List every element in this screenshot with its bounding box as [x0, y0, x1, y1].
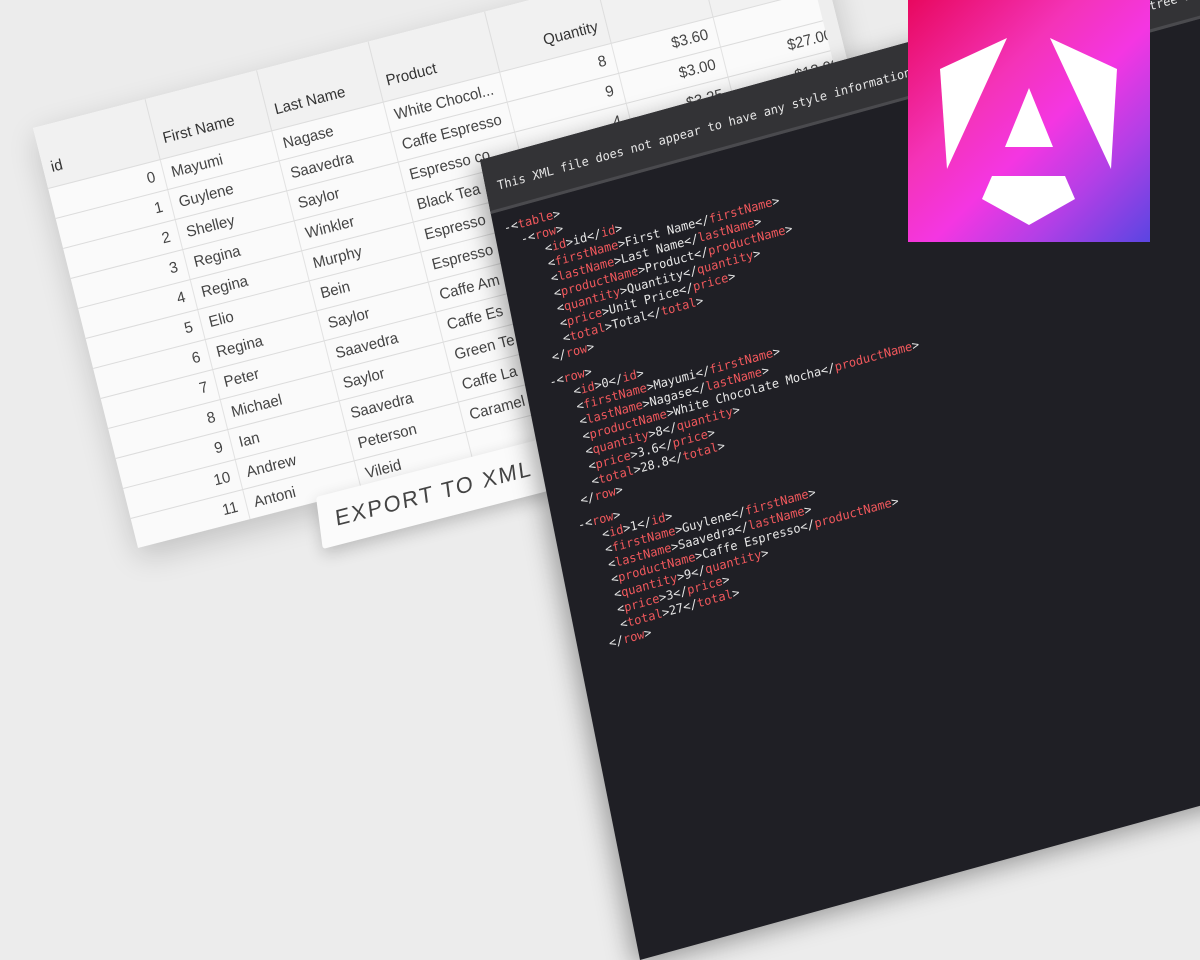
xml-text: > [706, 425, 716, 441]
angular-shield-icon [908, 0, 1150, 242]
xml-text: > [807, 485, 817, 501]
xml-text: > [911, 337, 921, 353]
xml-text: > [721, 572, 731, 588]
xml-text: > [890, 494, 900, 510]
xml-text: > [784, 221, 794, 237]
xml-text: > [716, 438, 726, 454]
xml-text: > [760, 363, 770, 379]
xml-text: > [752, 246, 762, 262]
xml-text: > [643, 625, 653, 641]
xml-text: > [753, 214, 763, 230]
xml-text: > [614, 482, 624, 498]
xml-text: > [771, 193, 781, 209]
xml-text: > [760, 545, 770, 561]
xml-text: > [635, 365, 645, 381]
xml-text: > [586, 339, 596, 355]
xml-text: > [664, 508, 674, 524]
xml-text: > [583, 364, 593, 380]
xml-text: > [727, 268, 737, 284]
xml-text: > [555, 221, 565, 237]
xml-text: > [614, 220, 624, 236]
angular-logo [908, 0, 1150, 242]
xml-text: > [695, 293, 705, 309]
xml-text: > [731, 585, 741, 601]
xml-text: > [612, 507, 622, 523]
xml-text: > [803, 502, 813, 518]
xml-text: > [731, 402, 741, 418]
xml-text: > [771, 344, 781, 360]
xml-text: > [552, 206, 562, 222]
